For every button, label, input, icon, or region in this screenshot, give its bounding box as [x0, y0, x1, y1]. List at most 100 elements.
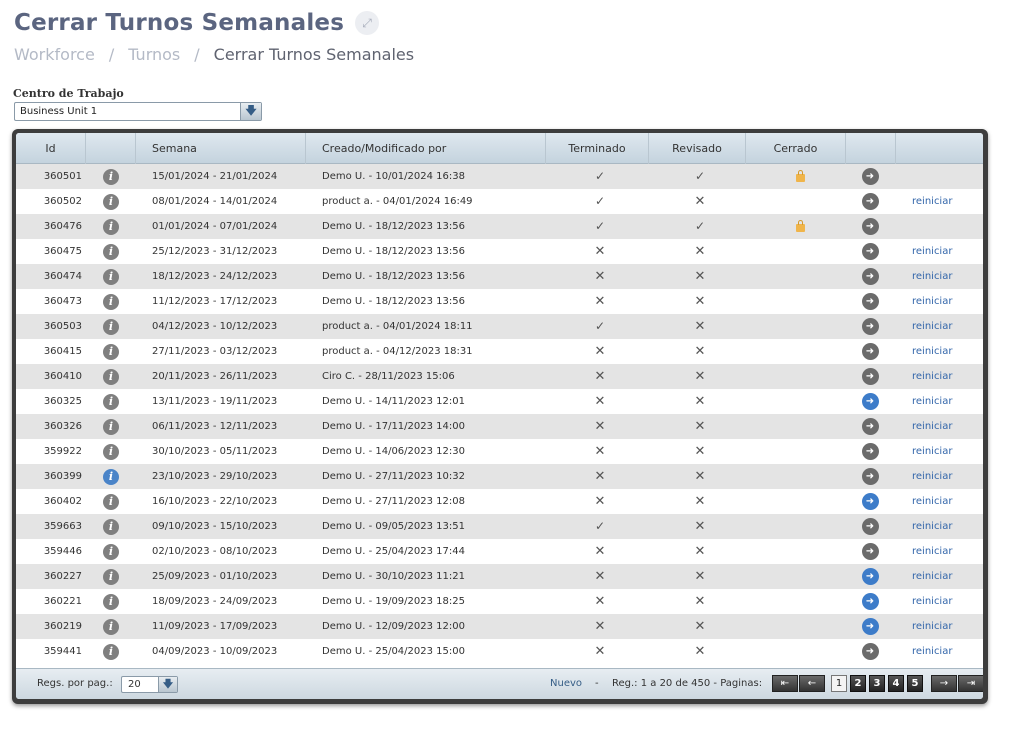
table-row[interactable]: 360219 i 11/09/2023 - 17/09/2023 Demo U. - …: [16, 614, 983, 639]
arrow-right-icon[interactable]: ➜: [861, 318, 879, 335]
info-icon[interactable]: i: [103, 368, 119, 385]
info-icon-cell[interactable]: i: [100, 639, 122, 664]
go-cell[interactable]: ➜: [859, 314, 881, 339]
table-row[interactable]: 360326 i 06/11/2023 - 12/11/2023 Demo U. - …: [16, 414, 983, 439]
reset-link[interactable]: reiniciar: [912, 314, 952, 339]
arrow-right-icon[interactable]: ➜: [861, 343, 879, 360]
go-cell[interactable]: ➜: [859, 489, 881, 514]
arrow-right-icon[interactable]: ➜: [861, 243, 879, 260]
arrow-right-icon[interactable]: ➜: [861, 418, 879, 435]
info-icon-cell[interactable]: i: [100, 489, 122, 514]
go-cell[interactable]: ➜: [859, 614, 881, 639]
page-button-1[interactable]: 1: [831, 675, 847, 692]
col-finished[interactable]: Terminado: [546, 133, 649, 164]
table-row[interactable]: 360502 i 08/01/2024 - 14/01/2024 product a.…: [16, 189, 983, 214]
table-row[interactable]: 360473 i 11/12/2023 - 17/12/2023 Demo U. - …: [16, 289, 983, 314]
reset-link[interactable]: reiniciar: [912, 289, 952, 314]
reset-link[interactable]: reiniciar: [912, 239, 952, 264]
go-cell[interactable]: ➜: [859, 564, 881, 589]
chevron-down-icon[interactable]: 🡇: [240, 103, 261, 120]
info-icon[interactable]: i: [103, 218, 119, 235]
info-icon[interactable]: i: [103, 568, 119, 585]
info-icon[interactable]: i: [103, 193, 119, 210]
prev-page-icon[interactable]: ←: [799, 675, 825, 692]
info-icon-cell[interactable]: i: [100, 264, 122, 289]
info-icon-cell[interactable]: i: [100, 189, 122, 214]
info-icon[interactable]: i: [103, 543, 119, 560]
info-icon-cell[interactable]: i: [100, 514, 122, 539]
info-icon-cell[interactable]: i: [100, 614, 122, 639]
info-icon-cell[interactable]: i: [100, 439, 122, 464]
go-cell[interactable]: ➜: [859, 164, 881, 189]
arrow-right-icon[interactable]: ➜: [861, 268, 879, 285]
reset-link[interactable]: reiniciar: [912, 339, 952, 364]
arrow-right-icon[interactable]: ➜: [861, 393, 879, 410]
info-icon-cell[interactable]: i: [100, 214, 122, 239]
page-button-2[interactable]: 2: [850, 675, 866, 692]
go-cell[interactable]: ➜: [859, 539, 881, 564]
table-row[interactable]: 360415 i 27/11/2023 - 03/12/2023 product a.…: [16, 339, 983, 364]
table-row[interactable]: 360399 i 23/10/2023 - 29/10/2023 Demo U. - …: [16, 464, 983, 489]
info-icon[interactable]: i: [103, 393, 119, 410]
info-icon[interactable]: i: [103, 593, 119, 610]
table-row[interactable]: 360221 i 18/09/2023 - 24/09/2023 Demo U. - …: [16, 589, 983, 614]
info-icon[interactable]: i: [103, 618, 119, 635]
go-cell[interactable]: ➜: [859, 589, 881, 614]
table-row[interactable]: 360325 i 13/11/2023 - 19/11/2023 Demo U. - …: [16, 389, 983, 414]
reset-link[interactable]: reiniciar: [912, 389, 952, 414]
table-row[interactable]: 359663 i 09/10/2023 - 15/10/2023 Demo U. - …: [16, 514, 983, 539]
go-cell[interactable]: ➜: [859, 514, 881, 539]
first-page-icon[interactable]: ⇤: [772, 675, 798, 692]
arrow-right-icon[interactable]: ➜: [861, 218, 879, 235]
go-cell[interactable]: ➜: [859, 214, 881, 239]
info-icon[interactable]: i: [103, 518, 119, 535]
arrow-right-icon[interactable]: ➜: [861, 593, 879, 610]
info-icon-cell[interactable]: i: [100, 339, 122, 364]
expand-icon[interactable]: ⤢: [355, 11, 380, 35]
info-icon-cell[interactable]: i: [100, 464, 122, 489]
go-cell[interactable]: ➜: [859, 264, 881, 289]
info-icon-cell[interactable]: i: [100, 289, 122, 314]
page-button-4[interactable]: 4: [888, 675, 904, 692]
info-icon[interactable]: i: [103, 293, 119, 310]
go-cell[interactable]: ➜: [859, 464, 881, 489]
arrow-right-icon[interactable]: ➜: [861, 368, 879, 385]
table-row[interactable]: 359922 i 30/10/2023 - 05/11/2023 Demo U. - …: [16, 439, 983, 464]
go-cell[interactable]: ➜: [859, 189, 881, 214]
arrow-right-icon[interactable]: ➜: [861, 468, 879, 485]
info-icon[interactable]: i: [103, 168, 119, 185]
last-page-icon[interactable]: ⇥: [958, 675, 983, 692]
info-icon-cell[interactable]: i: [100, 589, 122, 614]
reset-link[interactable]: reiniciar: [912, 539, 952, 564]
arrow-right-icon[interactable]: ➜: [861, 493, 879, 510]
info-icon[interactable]: i: [103, 643, 119, 660]
reset-link[interactable]: reiniciar: [912, 439, 952, 464]
col-id[interactable]: Id: [16, 133, 86, 164]
breadcrumb-turnos[interactable]: Turnos: [128, 45, 180, 64]
info-icon[interactable]: i: [103, 343, 119, 360]
table-row[interactable]: 360402 i 16/10/2023 - 22/10/2023 Demo U. - …: [16, 489, 983, 514]
arrow-right-icon[interactable]: ➜: [861, 543, 879, 560]
table-row[interactable]: 360410 i 20/11/2023 - 26/11/2023 Ciro C. - …: [16, 364, 983, 389]
info-icon[interactable]: i: [103, 418, 119, 435]
reset-link[interactable]: reiniciar: [912, 414, 952, 439]
page-button-5[interactable]: 5: [907, 675, 923, 692]
arrow-right-icon[interactable]: ➜: [861, 443, 879, 460]
col-week[interactable]: Semana: [136, 133, 306, 164]
col-modified-by[interactable]: Creado/Modificado por: [306, 133, 546, 164]
table-row[interactable]: 360475 i 25/12/2023 - 31/12/2023 Demo U. - …: [16, 239, 983, 264]
go-cell[interactable]: ➜: [859, 414, 881, 439]
chevron-down-icon[interactable]: 🡇: [158, 677, 177, 692]
table-row[interactable]: 360503 i 04/12/2023 - 10/12/2023 product a.…: [16, 314, 983, 339]
page-button-3[interactable]: 3: [869, 675, 885, 692]
arrow-right-icon[interactable]: ➜: [861, 643, 879, 660]
per-page-select[interactable]: 20 🡇: [121, 676, 178, 693]
info-icon[interactable]: i: [103, 268, 119, 285]
col-closed[interactable]: Cerrado: [746, 133, 846, 164]
go-cell[interactable]: ➜: [859, 239, 881, 264]
arrow-right-icon[interactable]: ➜: [861, 168, 879, 185]
info-icon-cell[interactable]: i: [100, 539, 122, 564]
reset-link[interactable]: reiniciar: [912, 639, 952, 664]
table-row[interactable]: 359441 i 04/09/2023 - 10/09/2023 Demo U. - …: [16, 639, 983, 664]
col-reviewed[interactable]: Revisado: [649, 133, 746, 164]
